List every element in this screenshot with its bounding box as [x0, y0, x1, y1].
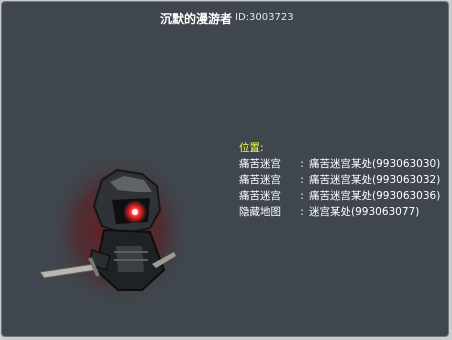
location-panel: 位置: 痛苦迷宫: 痛苦迷宫某处(993063030) 痛苦迷宫: 痛苦迷宫某处(9… — [239, 140, 440, 220]
map-name: 痛苦迷宫 — [239, 190, 281, 202]
map-name: 痛苦迷宫 — [239, 174, 281, 186]
window-header: 沉默的漫游者 ID:3003723 — [2, 8, 448, 28]
player-name: 沉默的漫游者 — [160, 12, 233, 26]
separator: : — [300, 190, 304, 202]
player-avatar — [39, 152, 192, 308]
location-entry: 痛苦迷宫: 痛苦迷宫某处(993063036) — [239, 188, 440, 204]
location-entry: 隐藏地图: 迷宫某处(993063077) — [239, 204, 440, 220]
map-name: 痛苦迷宫 — [239, 158, 281, 170]
place-name: 迷宫某处(993063077) — [309, 206, 420, 218]
player-id: ID:3003723 — [235, 12, 294, 23]
player-info-window: 沉默的漫游者 ID:3003723 位置: 痛苦迷宫: 痛苦迷宫某处(9930… — [1, 1, 449, 337]
location-entry: 痛苦迷宫: 痛苦迷宫某处(993063030) — [239, 156, 440, 172]
location-entry: 痛苦迷宫: 痛苦迷宫某处(993063032) — [239, 172, 440, 188]
separator: : — [300, 158, 304, 170]
separator: : — [300, 174, 304, 186]
place-name: 痛苦迷宫某处(993063030) — [309, 158, 441, 170]
map-name: 隐藏地图 — [239, 206, 281, 218]
place-name: 痛苦迷宫某处(993063032) — [309, 174, 441, 186]
place-name: 痛苦迷宫某处(993063036) — [309, 190, 441, 202]
location-title: 位置: — [239, 142, 264, 154]
separator: : — [300, 206, 304, 218]
